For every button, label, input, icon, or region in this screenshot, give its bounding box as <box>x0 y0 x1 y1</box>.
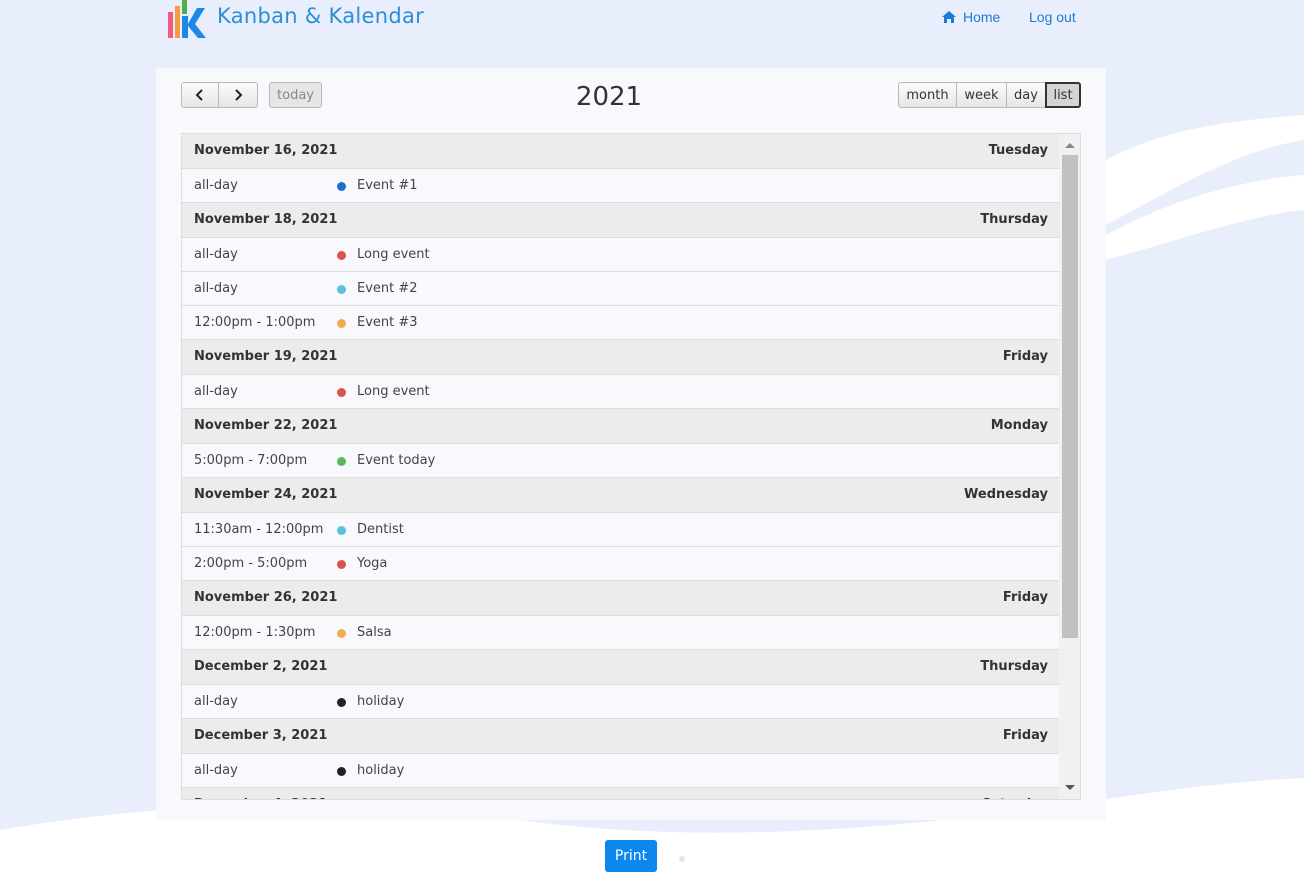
event-row[interactable]: 11:30am - 12:00pm Dentist <box>182 513 1059 547</box>
day-header: November 16, 2021 Tuesday <box>182 134 1059 169</box>
event-color-dot <box>337 457 346 466</box>
event-time: all-day <box>194 281 238 296</box>
day-weekday[interactable]: Friday <box>1003 590 1048 605</box>
event-row[interactable]: all-day holiday <box>182 685 1059 719</box>
top-navbar: Kanban & Kalendar Home Log out <box>0 0 1304 40</box>
view-day-button[interactable]: day <box>1006 82 1046 108</box>
event-color-dot <box>337 698 346 707</box>
event-time: 5:00pm - 7:00pm <box>194 453 308 468</box>
day-header: December 4, 2021 Saturday <box>182 788 1059 799</box>
event-title[interactable]: Dentist <box>357 522 404 537</box>
chevron-right-icon <box>235 89 243 101</box>
print-button[interactable]: Print <box>605 840 657 872</box>
event-time: all-day <box>194 247 238 262</box>
event-color-dot <box>337 251 346 260</box>
prev-button[interactable] <box>181 82 219 108</box>
day-date[interactable]: November 22, 2021 <box>194 418 337 433</box>
scroll-down-icon[interactable] <box>1065 785 1075 790</box>
event-row[interactable]: all-day Event #1 <box>182 169 1059 203</box>
day-weekday[interactable]: Tuesday <box>989 143 1048 158</box>
event-row[interactable]: 2:00pm - 5:00pm Yoga <box>182 547 1059 581</box>
day-date[interactable]: December 2, 2021 <box>194 659 327 674</box>
calendar-card: today 2021 month week day list November … <box>156 68 1106 820</box>
day-header: November 19, 2021 Friday <box>182 340 1059 375</box>
event-time: 12:00pm - 1:00pm <box>194 315 316 330</box>
home-icon <box>942 11 956 23</box>
event-time: 2:00pm - 5:00pm <box>194 556 308 571</box>
day-date[interactable]: December 3, 2021 <box>194 728 327 743</box>
event-row[interactable]: 5:00pm - 7:00pm Event today <box>182 444 1059 478</box>
list-scrollbar[interactable] <box>1059 134 1080 799</box>
event-time: all-day <box>194 763 238 778</box>
event-time: 12:00pm - 1:30pm <box>194 625 316 640</box>
day-weekday[interactable]: Wednesday <box>964 487 1048 502</box>
today-button[interactable]: today <box>269 82 322 108</box>
decorative-dot <box>679 856 685 862</box>
event-color-dot <box>337 388 346 397</box>
event-title[interactable]: Event today <box>357 453 435 468</box>
event-title[interactable]: Yoga <box>357 556 387 571</box>
event-title[interactable]: holiday <box>357 763 404 778</box>
event-time: all-day <box>194 178 238 193</box>
event-row[interactable]: 12:00pm - 1:30pm Salsa <box>182 616 1059 650</box>
day-header: December 2, 2021 Thursday <box>182 650 1059 685</box>
day-date[interactable]: November 26, 2021 <box>194 590 337 605</box>
event-color-dot <box>337 629 346 638</box>
kanban-logo-icon[interactable] <box>167 0 207 40</box>
event-color-dot <box>337 560 346 569</box>
event-title[interactable]: Long event <box>357 384 430 399</box>
event-row[interactable]: all-day Long event <box>182 375 1059 409</box>
nav-logout-link[interactable]: Log out <box>1029 9 1076 25</box>
event-row[interactable]: all-day Event #2 <box>182 272 1059 306</box>
day-date[interactable]: November 24, 2021 <box>194 487 337 502</box>
day-weekday[interactable]: Friday <box>1003 728 1048 743</box>
scroll-up-icon[interactable] <box>1065 143 1075 148</box>
chevron-left-icon <box>195 89 203 101</box>
day-weekday[interactable]: Thursday <box>980 212 1048 227</box>
day-date[interactable]: November 18, 2021 <box>194 212 337 227</box>
day-weekday[interactable]: Thursday <box>980 659 1048 674</box>
event-time: all-day <box>194 694 238 709</box>
event-time: 11:30am - 12:00pm <box>194 522 324 537</box>
event-title[interactable]: holiday <box>357 694 404 709</box>
event-title[interactable]: Event #3 <box>357 315 418 330</box>
event-title[interactable]: Salsa <box>357 625 392 640</box>
day-weekday[interactable]: Monday <box>991 418 1048 433</box>
day-header: November 18, 2021 Thursday <box>182 203 1059 238</box>
nav-home-label: Home <box>963 9 1001 25</box>
day-date[interactable]: November 19, 2021 <box>194 349 337 364</box>
event-title[interactable]: Event #1 <box>357 178 418 193</box>
scroll-thumb[interactable] <box>1062 155 1078 638</box>
day-header: December 3, 2021 Friday <box>182 719 1059 754</box>
brand-name[interactable]: Kanban & Kalendar <box>217 4 424 28</box>
event-color-dot <box>337 767 346 776</box>
event-color-dot <box>337 182 346 191</box>
day-date[interactable]: December 4, 2021 <box>194 797 327 799</box>
view-month-button[interactable]: month <box>898 82 957 108</box>
event-row[interactable]: all-day holiday <box>182 754 1059 788</box>
nav-home-link[interactable]: Home <box>941 9 1000 25</box>
day-header: November 26, 2021 Friday <box>182 581 1059 616</box>
event-title[interactable]: Event #2 <box>357 281 418 296</box>
event-color-dot <box>337 285 346 294</box>
event-row[interactable]: 12:00pm - 1:00pm Event #3 <box>182 306 1059 340</box>
day-header: November 24, 2021 Wednesday <box>182 478 1059 513</box>
calendar-title: 2021 <box>575 82 643 112</box>
view-list-button[interactable]: list <box>1045 82 1081 108</box>
event-row[interactable]: all-day Long event <box>182 238 1059 272</box>
event-title[interactable]: Long event <box>357 247 430 262</box>
view-week-button[interactable]: week <box>956 82 1007 108</box>
event-color-dot <box>337 319 346 328</box>
event-time: all-day <box>194 384 238 399</box>
day-weekday[interactable]: Saturday <box>982 797 1048 799</box>
day-date[interactable]: November 16, 2021 <box>194 143 337 158</box>
day-weekday[interactable]: Friday <box>1003 349 1048 364</box>
event-color-dot <box>337 526 346 535</box>
next-button[interactable] <box>218 82 258 108</box>
event-list[interactable]: November 16, 2021 Tuesday all-day Event #1 N… <box>181 133 1081 800</box>
day-header: November 22, 2021 Monday <box>182 409 1059 444</box>
